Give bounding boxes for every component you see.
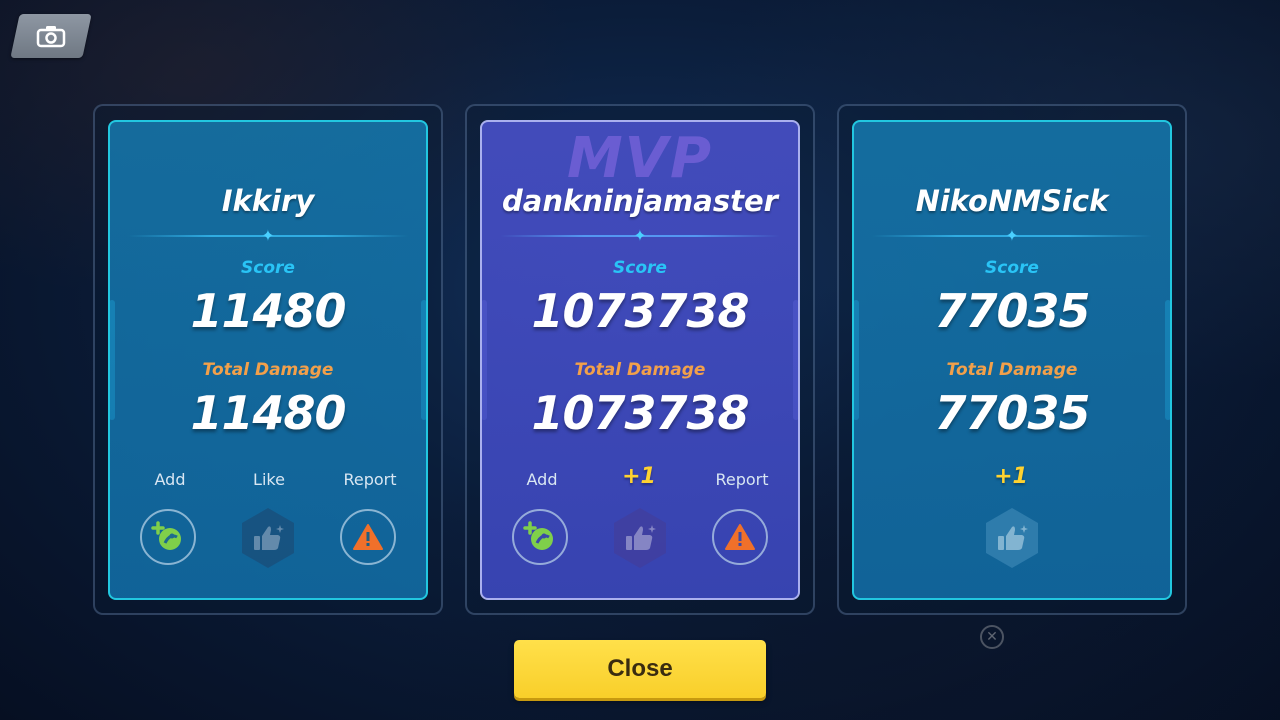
diamond-icon: ✦ bbox=[1005, 226, 1019, 245]
like-button[interactable] bbox=[608, 506, 672, 570]
like-button[interactable] bbox=[236, 506, 300, 570]
like-count: +1 bbox=[994, 464, 1028, 489]
total-damage-label: Total Damage bbox=[946, 360, 1078, 380]
like-button[interactable] bbox=[980, 506, 1044, 570]
like-label: Like bbox=[253, 470, 285, 489]
thumbs-up-icon bbox=[998, 525, 1028, 550]
close-small-icon: ✕ bbox=[980, 625, 1004, 649]
score-value: 11480 bbox=[190, 284, 346, 338]
report-button[interactable] bbox=[340, 509, 396, 565]
report-label: Report bbox=[715, 470, 769, 489]
add-friend-icon bbox=[523, 521, 553, 550]
screenshot-button[interactable] bbox=[10, 14, 92, 58]
player-name: Ikkiry bbox=[221, 184, 315, 218]
total-damage-value: 1073738 bbox=[531, 386, 749, 440]
player-name: NikoNMSick bbox=[915, 184, 1109, 218]
close-button[interactable]: Close bbox=[514, 640, 766, 698]
add-friend-button[interactable] bbox=[512, 509, 568, 565]
thumbs-up-icon bbox=[254, 525, 284, 550]
diamond-icon: ✦ bbox=[261, 226, 275, 245]
add-label: Add bbox=[154, 470, 186, 489]
score-label: Score bbox=[985, 258, 1039, 278]
warning-icon bbox=[353, 524, 383, 550]
player-card-ikkiry: Ikkiry ✦ Score 11480 Total Damage 11480 … bbox=[108, 120, 428, 600]
thumbs-up-icon bbox=[626, 525, 656, 550]
total-damage-label: Total Damage bbox=[574, 360, 706, 380]
camera-icon bbox=[36, 26, 66, 48]
like-count: +1 bbox=[622, 464, 656, 489]
add-friend-button[interactable] bbox=[140, 509, 196, 565]
warning-icon bbox=[725, 524, 755, 550]
diamond-icon: ✦ bbox=[633, 226, 647, 245]
player-name: dankninjamaster bbox=[502, 184, 778, 218]
player-card-nikonmsick: NikoNMSick ✦ Score 77035 Total Damage 77… bbox=[852, 120, 1172, 600]
score-label: Score bbox=[613, 258, 667, 278]
add-label: Add bbox=[526, 470, 558, 489]
total-damage-label: Total Damage bbox=[202, 360, 334, 380]
add-friend-icon bbox=[151, 521, 181, 550]
score-label: Score bbox=[241, 258, 295, 278]
total-damage-value: 11480 bbox=[190, 386, 346, 440]
mvp-badge: MVP bbox=[566, 126, 714, 191]
report-button[interactable] bbox=[712, 509, 768, 565]
score-value: 1073738 bbox=[531, 284, 749, 338]
report-label: Report bbox=[343, 470, 397, 489]
player-card-mvp: MVP dankninjamaster ✦ Score 1073738 Tota… bbox=[480, 120, 800, 600]
score-value: 77035 bbox=[934, 284, 1090, 338]
total-damage-value: 77035 bbox=[934, 386, 1090, 440]
